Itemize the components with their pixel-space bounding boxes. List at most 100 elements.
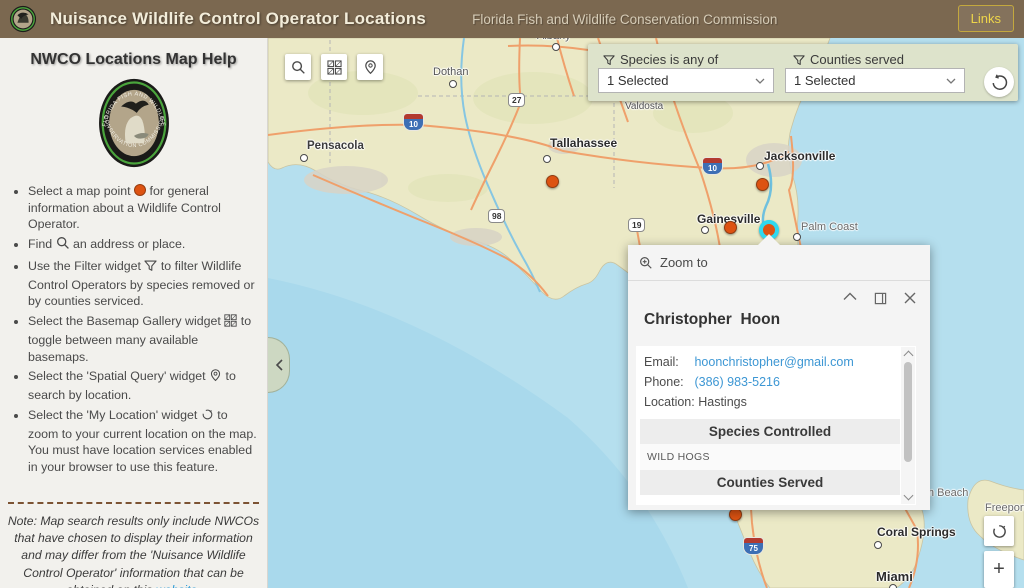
reset-icon xyxy=(991,74,1008,91)
operator-map-point[interactable] xyxy=(546,175,559,188)
city-dot xyxy=(756,162,764,170)
fwc-seal-large-icon: FLORIDA FISH AND WILDLIFE CONSERVATION C… xyxy=(97,77,171,169)
help-bullet: Find an address or place. xyxy=(28,236,259,255)
search-button[interactable] xyxy=(285,54,311,80)
filter-panel: Species is any of Counties served 1 Sele… xyxy=(588,44,1018,101)
city-label: Dothan xyxy=(433,66,468,78)
city-dot xyxy=(552,43,560,51)
filter-icon xyxy=(603,54,615,66)
counties-filter-label-row: Counties served xyxy=(793,52,904,67)
reset-filters-button[interactable] xyxy=(984,67,1014,97)
note-text: . xyxy=(197,583,200,588)
city-dot xyxy=(300,154,308,162)
email-link[interactable]: hoonchristopher@gmail.com xyxy=(694,355,853,369)
bullet-text: Use the Filter widget xyxy=(28,259,141,273)
filter-icon xyxy=(144,259,157,277)
location-label: Location: xyxy=(644,395,695,409)
bullet-text: an address or place. xyxy=(73,237,185,251)
popup-content: Email: hoonchristopher@gmail.com Phone: … xyxy=(636,346,916,505)
operator-map-point[interactable] xyxy=(756,178,769,191)
dock-icon xyxy=(874,292,887,305)
species-filter-value: 1 Selected xyxy=(607,73,668,88)
route-shield-us: 19 xyxy=(628,218,645,232)
city-label: Pensacola xyxy=(307,140,364,152)
popup-controls xyxy=(843,292,916,305)
help-bullet-list: Select a map point for general informati… xyxy=(0,183,267,476)
my-location-icon xyxy=(991,523,1008,540)
bullet-text: Select a map point xyxy=(28,184,131,198)
route-shield-interstate: 10 xyxy=(703,158,722,174)
page-subtitle: Florida Fish and Wildlife Conservation C… xyxy=(472,12,777,27)
filter-icon xyxy=(793,54,805,66)
basemap-gallery-button[interactable] xyxy=(321,54,347,80)
scroll-down-icon[interactable] xyxy=(904,491,914,501)
map-point-icon xyxy=(134,184,146,196)
note-text: Note: Map search results only include NW… xyxy=(8,514,259,588)
help-title: NWCO Locations Map Help xyxy=(6,51,261,69)
counties-served-header: Counties Served xyxy=(640,470,900,495)
collapse-popup-button[interactable] xyxy=(843,292,857,305)
operator-name: Christopher Hoon xyxy=(644,311,780,329)
spatial-query-icon xyxy=(363,59,378,75)
city-dot xyxy=(701,226,709,234)
route-shield-interstate: 10 xyxy=(404,114,423,130)
species-filter-select[interactable]: 1 Selected xyxy=(598,68,774,93)
city-dot xyxy=(543,155,551,163)
basemap-gallery-icon xyxy=(224,314,237,332)
phone-row: Phone: (386) 983-5216 xyxy=(644,375,892,389)
spatial-query-button[interactable] xyxy=(357,54,383,80)
my-location-icon xyxy=(201,408,214,426)
help-bullet: Select the 'My Location' widget to zoom … xyxy=(28,407,259,476)
counties-filter-label: Counties served xyxy=(810,52,904,67)
city-label: Jacksonville xyxy=(764,149,835,163)
chevron-down-icon xyxy=(946,78,956,84)
operator-map-point[interactable] xyxy=(724,221,737,234)
email-row: Email: hoonchristopher@gmail.com xyxy=(644,355,892,369)
close-popup-button[interactable] xyxy=(904,292,916,305)
scroll-up-icon[interactable] xyxy=(904,351,914,361)
route-shield-interstate: 75 xyxy=(744,538,763,554)
city-label: Valdosta xyxy=(625,101,663,112)
bullet-text: Find xyxy=(28,237,52,251)
city-dot xyxy=(874,541,882,549)
location-value: Hastings xyxy=(698,395,747,409)
city-dot xyxy=(889,584,897,588)
species-filter-label-row: Species is any of xyxy=(603,52,718,67)
route-shield-us: 27 xyxy=(508,93,525,107)
basemap-gallery-icon xyxy=(327,60,342,75)
help-bullet: Use the Filter widget to filter Wildlife… xyxy=(28,258,259,310)
dock-popup-button[interactable] xyxy=(874,292,887,305)
zoom-in-button[interactable]: + xyxy=(984,551,1014,588)
my-location-button[interactable] xyxy=(984,516,1014,546)
help-bullet: Select the 'Spatial Query' widget to sea… xyxy=(28,368,259,403)
scrollbar-thumb[interactable] xyxy=(904,362,912,462)
zoom-in-icon: + xyxy=(993,558,1005,581)
species-filter-label: Species is any of xyxy=(620,52,718,67)
help-bullet: Select the Basemap Gallery widget to tog… xyxy=(28,313,259,365)
zoom-to-button[interactable]: Zoom to xyxy=(628,245,930,281)
chevron-left-icon xyxy=(275,359,283,371)
location-row: Location: Hastings xyxy=(644,395,892,409)
operator-fields: Email: hoonchristopher@gmail.com Phone: … xyxy=(636,346,916,419)
fwc-seal-icon xyxy=(9,5,37,33)
phone-link[interactable]: (386) 983-5216 xyxy=(694,375,779,389)
email-label: Email: xyxy=(644,355,691,369)
city-dot xyxy=(793,233,801,241)
counties-filter-value: 1 Selected xyxy=(794,73,855,88)
city-label: Coral Springs xyxy=(877,525,956,539)
counties-filter-select[interactable]: 1 Selected xyxy=(785,68,965,93)
help-bullet: Select a map point for general informati… xyxy=(28,183,259,233)
bullet-text: Select the 'Spatial Query' widget xyxy=(28,369,206,383)
close-icon xyxy=(904,292,916,305)
feature-popup: Zoom to Christopher Hoon Email: hoonchri… xyxy=(628,245,930,510)
help-sidebar: NWCO Locations Map Help FLORIDA FISH AND… xyxy=(0,38,268,588)
nwco-map-app: Nuisance Wildlife Control Operator Locat… xyxy=(0,0,1024,588)
route-shield-us: 98 xyxy=(488,209,505,223)
website-link[interactable]: website xyxy=(156,583,197,588)
bullet-text: Select the Basemap Gallery widget xyxy=(28,314,221,328)
links-button[interactable]: Links xyxy=(958,5,1014,32)
search-icon xyxy=(56,236,70,255)
zoom-to-icon xyxy=(639,256,653,270)
popup-callout-arrow xyxy=(758,234,780,245)
popup-scrollbar[interactable] xyxy=(901,347,915,504)
